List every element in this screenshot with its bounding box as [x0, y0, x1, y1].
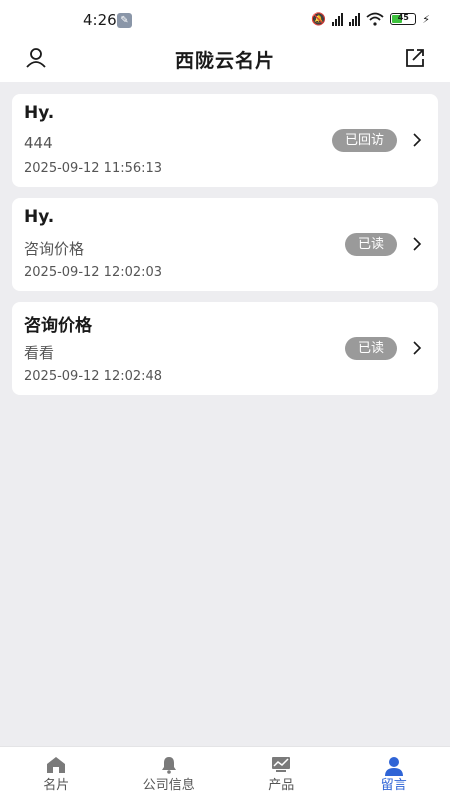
chevron-right-icon	[413, 237, 422, 251]
message-card[interactable]: 咨询价格 看看 2025-09-12 12:02:48 已读	[12, 302, 438, 395]
chevron-right-icon	[413, 133, 422, 147]
wifi-icon	[366, 12, 384, 26]
battery-level: 45	[397, 13, 409, 22]
chevron-right-icon	[413, 341, 422, 355]
message-content: 444	[24, 134, 53, 152]
status-badge: 已读	[344, 337, 397, 360]
message-time: 2025-09-12 12:02:48	[24, 369, 163, 384]
message-card[interactable]: Hy. 咨询价格 2025-09-12 12:02:03 已读	[12, 198, 438, 291]
tab-products[interactable]: 产品	[225, 747, 338, 800]
bottom-tab-bar: 名片 公司信息 产品 留言	[0, 746, 450, 800]
page-title: 西陇云名片	[174, 50, 275, 72]
tab-messages[interactable]: 留言	[338, 747, 450, 800]
status-time: 4:26	[83, 11, 117, 29]
status-bar: 4:26 ✎ 🔕 45 ⚡	[0, 0, 450, 40]
person-icon	[384, 757, 403, 776]
signal-icon-2	[349, 12, 361, 26]
signal-icon	[332, 12, 344, 26]
message-sender: Hy.	[24, 207, 55, 227]
home-icon	[47, 757, 66, 773]
wrench-icon: ✎	[117, 13, 132, 28]
battery-icon: 45	[390, 13, 417, 25]
charging-icon: ⚡	[422, 12, 430, 26]
message-sender: Hy.	[24, 103, 55, 123]
message-time: 2025-09-12 11:56:13	[24, 161, 163, 176]
message-content: 咨询价格	[24, 240, 85, 258]
chart-icon	[272, 757, 291, 772]
status-badge: 已读	[344, 233, 397, 256]
bell-icon	[161, 757, 176, 774]
share-icon[interactable]	[403, 46, 427, 70]
mute-icon: 🔕	[311, 12, 327, 26]
tab-label: 留言	[380, 778, 407, 793]
message-card[interactable]: Hy. 444 2025-09-12 11:56:13 已回访	[12, 94, 438, 187]
status-badge: 已回访	[331, 129, 397, 152]
message-list: Hy. 444 2025-09-12 11:56:13 已回访 Hy. 咨询价格…	[12, 94, 438, 406]
tab-card[interactable]: 名片	[0, 747, 113, 800]
status-icons: 🔕 45 ⚡	[311, 12, 430, 26]
tab-label: 公司信息	[142, 778, 195, 793]
tab-label: 名片	[43, 778, 70, 793]
message-sender: 咨询价格	[24, 316, 92, 336]
tab-label: 产品	[268, 778, 295, 793]
tab-company-info[interactable]: 公司信息	[113, 747, 226, 800]
app-header: 西陇云名片	[0, 40, 450, 82]
message-content: 看看	[24, 344, 55, 362]
message-time: 2025-09-12 12:02:03	[24, 265, 163, 280]
